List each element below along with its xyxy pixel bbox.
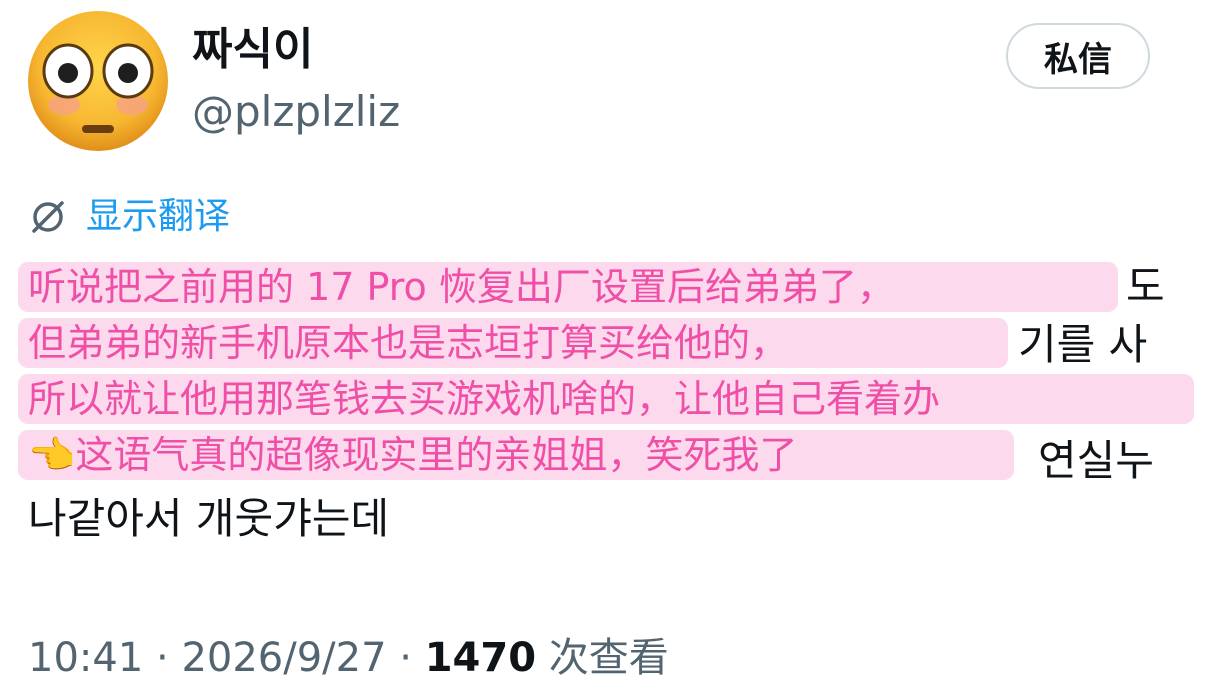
flushed-face-emoji-icon [28, 11, 168, 151]
overlay-line: 听说把之前用的 17 Pro 恢复出厂设置后给弟弟了， [18, 262, 1118, 312]
post-line-5: 나같아서 개웃갸는데 [28, 490, 1178, 548]
display-name[interactable]: 짜식이 [192, 20, 313, 80]
overlay-line: 但弟弟的新手机原本也是志垣打算买给他的， [18, 318, 1008, 368]
views-count: 1470 [424, 635, 537, 681]
meta-separator: · [143, 635, 182, 681]
post-fragment: 나같아서 개웃갸는데 [28, 494, 390, 543]
dm-button[interactable]: 私信 [1006, 23, 1150, 89]
dm-button-label: 私信 [1044, 39, 1112, 80]
show-translation-link[interactable]: 显示翻译 [28, 190, 230, 244]
post-meta: 10:41 · 2026/9/27 · 1470 次查看 [28, 630, 669, 686]
user-handle[interactable]: @plzplzliz [192, 84, 400, 140]
views-label: 次查看 [536, 635, 669, 681]
post-fragment: 도 [1126, 262, 1165, 311]
overlay-line: 👈这语气真的超像现实里的亲姐姐，笑死我了 [18, 430, 1014, 480]
overlay-line: 所以就让他用那笔钱去买游戏机啥的，让他自己看着办 [18, 374, 1194, 424]
post-fragment: 기를 사 [1018, 320, 1148, 369]
post-time[interactable]: 10:41 [28, 635, 143, 681]
post-date[interactable]: 2026/9/27 [181, 635, 386, 681]
avatar[interactable] [26, 9, 170, 153]
no-translate-icon [32, 201, 64, 233]
show-translation-label: 显示翻译 [86, 196, 231, 237]
meta-separator: · [386, 635, 425, 681]
post-fragment: 연실누 [1038, 436, 1154, 485]
